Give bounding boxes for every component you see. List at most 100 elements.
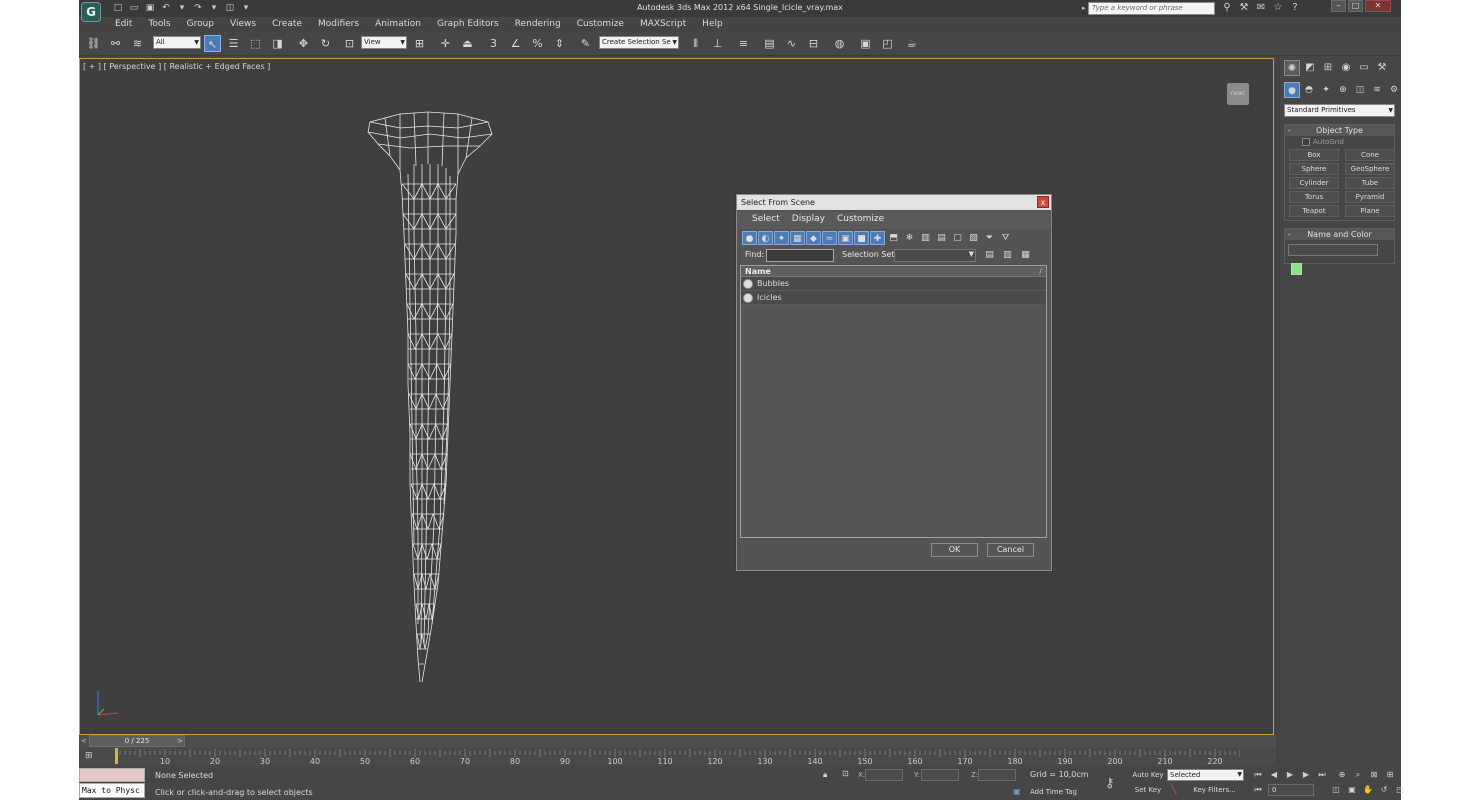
viewport-label[interactable]: [ + ] [ Perspective ] [ Realistic + Edge…: [83, 62, 270, 71]
perspective-viewport[interactable]: [ + ] [ Perspective ] [ Realistic + Edge…: [79, 58, 1274, 735]
add-time-tag[interactable]: Add Time Tag: [1030, 788, 1077, 796]
y-coord-field[interactable]: [921, 769, 959, 781]
display-lights-icon[interactable]: ✦: [774, 231, 789, 245]
list-item[interactable]: Bubbles: [741, 277, 1046, 291]
move-icon[interactable]: ✥: [295, 35, 312, 52]
display-tab-icon[interactable]: ▭: [1356, 60, 1372, 76]
previous-frame-icon[interactable]: ◀︎: [1267, 768, 1281, 781]
dialog-menu-display[interactable]: Display: [787, 212, 832, 229]
tube-button[interactable]: Tube: [1345, 177, 1395, 189]
hierarchy-tab-icon[interactable]: ⊞: [1320, 60, 1336, 76]
display-cameras-icon[interactable]: ▦: [790, 231, 805, 245]
viewcube[interactable]: FRONT: [1227, 83, 1249, 105]
add-time-tag-icon[interactable]: ▣: [1013, 787, 1021, 796]
graphite-toggle-icon[interactable]: ▤: [761, 35, 778, 52]
motion-tab-icon[interactable]: ◉: [1338, 60, 1354, 76]
autogrid-checkbox[interactable]: AutoGrid: [1285, 136, 1394, 148]
menu-tools[interactable]: Tools: [140, 17, 178, 32]
maximize-viewport-icon[interactable]: ◰: [1393, 783, 1407, 796]
mirror-icon[interactable]: ⫴: [687, 35, 704, 52]
display-containers-icon[interactable]: ⬒: [886, 231, 901, 245]
spinner-snap-icon[interactable]: ⇕: [551, 35, 568, 52]
display-xrefs-icon[interactable]: ■: [854, 231, 869, 245]
sphere-button[interactable]: Sphere: [1289, 163, 1339, 175]
dialog-menu-customize[interactable]: Customize: [832, 212, 891, 229]
display-groups-icon[interactable]: ▣: [838, 231, 853, 245]
time-config-icon[interactable]: ◫: [1329, 783, 1343, 796]
menu-animation[interactable]: Animation: [367, 17, 429, 32]
search-input[interactable]: Type a keyword or phrase: [1088, 2, 1215, 15]
mini-curve-editor-icon[interactable]: ⊞: [85, 750, 99, 762]
menu-rendering[interactable]: Rendering: [507, 17, 569, 32]
dialog-close-button[interactable]: x: [1037, 196, 1049, 208]
orbit-icon[interactable]: ↺: [1377, 783, 1391, 796]
app-logo-button[interactable]: G: [81, 2, 101, 22]
select-manipulate-icon[interactable]: ✛: [437, 35, 454, 52]
absolute-mode-icon[interactable]: ⊡: [842, 769, 849, 778]
display-helpers-icon[interactable]: ◆: [806, 231, 821, 245]
render-setup-icon[interactable]: ▣: [857, 35, 874, 52]
maximize-button[interactable]: □: [1348, 0, 1363, 12]
name-column-header[interactable]: Name /: [741, 266, 1046, 277]
create-tab-icon[interactable]: ✺: [1284, 60, 1300, 76]
dialog-menu-select[interactable]: Select: [747, 212, 787, 229]
unlink-icon[interactable]: ⚯: [107, 35, 124, 52]
shapes-category-icon[interactable]: ◓: [1301, 82, 1317, 98]
display-bones-icon[interactable]: ✚: [870, 231, 885, 245]
close-button[interactable]: ✕: [1365, 0, 1391, 12]
select-all-icon[interactable]: ▤: [934, 231, 949, 245]
select-object-icon[interactable]: ↖: [204, 35, 221, 52]
pivot-center-icon[interactable]: ⊞: [411, 35, 428, 52]
snaps-toggle-icon[interactable]: 3: [485, 35, 502, 52]
menu-maxscript[interactable]: MAXScript: [632, 17, 694, 32]
track-bar[interactable]: ⊞ 10 20 30 40 50 60 70 80 90 100 110 120 130 140 150 16…: [79, 747, 1276, 766]
menu-edit[interactable]: Edit: [107, 17, 140, 32]
minimize-button[interactable]: –: [1331, 0, 1346, 12]
cameras-category-icon[interactable]: ⊕: [1335, 82, 1351, 98]
align-icon[interactable]: ⊥: [709, 35, 726, 52]
cone-button[interactable]: Cone: [1345, 149, 1395, 161]
play-icon[interactable]: ▶︎: [1283, 768, 1297, 781]
go-to-end-icon[interactable]: ⏭: [1315, 768, 1329, 781]
menu-views[interactable]: Views: [222, 17, 264, 32]
helpers-category-icon[interactable]: ◫: [1352, 82, 1368, 98]
key-mode-toggle-icon[interactable]: ⏮: [1251, 783, 1265, 796]
curve-editor-icon[interactable]: ∿: [783, 35, 800, 52]
menu-modifiers[interactable]: Modifiers: [310, 17, 367, 32]
dialog-title-bar[interactable]: Select From Scene x: [737, 195, 1051, 210]
scale-icon[interactable]: ⊡: [341, 35, 358, 52]
time-slider-thumb[interactable]: 0 / 225: [89, 735, 185, 747]
create-selection-set-icon[interactable]: ▤: [982, 248, 997, 262]
space-warps-category-icon[interactable]: ≋: [1369, 82, 1385, 98]
menu-customize[interactable]: Customize: [569, 17, 632, 32]
x-coord-field[interactable]: [865, 769, 903, 781]
select-by-name-icon[interactable]: ☰: [225, 35, 242, 52]
favorites-star-icon[interactable]: ☆: [1272, 1, 1284, 15]
zoom-icon[interactable]: ⌕: [1351, 768, 1365, 781]
subscription-icon[interactable]: ⚒: [1238, 1, 1250, 15]
pan-view-icon[interactable]: ✋: [1361, 783, 1375, 796]
zoom-all-icon[interactable]: ⊞: [1383, 768, 1397, 781]
z-coord-field[interactable]: [978, 769, 1016, 781]
find-input[interactable]: [766, 249, 834, 262]
go-to-start-icon[interactable]: ⏮: [1251, 768, 1265, 781]
box-button[interactable]: Box: [1289, 149, 1339, 161]
auto-key-button[interactable]: Auto Key: [1130, 769, 1166, 782]
time-slider-prev-icon[interactable]: <: [81, 735, 87, 747]
menu-create[interactable]: Create: [264, 17, 310, 32]
object-name-field[interactable]: [1288, 244, 1378, 256]
menu-group[interactable]: Group: [179, 17, 222, 32]
layer-manager-icon[interactable]: ≡: [735, 35, 752, 52]
utilities-tab-icon[interactable]: ⚒: [1374, 60, 1390, 76]
edit-named-selection-icon[interactable]: ✎: [577, 35, 594, 52]
select-none-icon[interactable]: ▢: [950, 231, 965, 245]
time-slider[interactable]: < 0 / 225 >: [79, 735, 1276, 747]
filter-options-icon[interactable]: ⛛: [998, 231, 1013, 245]
rotate-icon[interactable]: ↻: [317, 35, 334, 52]
menu-help[interactable]: Help: [694, 17, 731, 32]
list-item[interactable]: Icicles: [741, 291, 1046, 305]
cylinder-button[interactable]: Cylinder: [1289, 177, 1339, 189]
maxscript-mini-listener[interactable]: Max to Physc: [79, 783, 145, 798]
key-mode-dropdown[interactable]: Selected ▼: [1167, 769, 1244, 781]
bind-space-warp-icon[interactable]: ≋: [129, 35, 146, 52]
